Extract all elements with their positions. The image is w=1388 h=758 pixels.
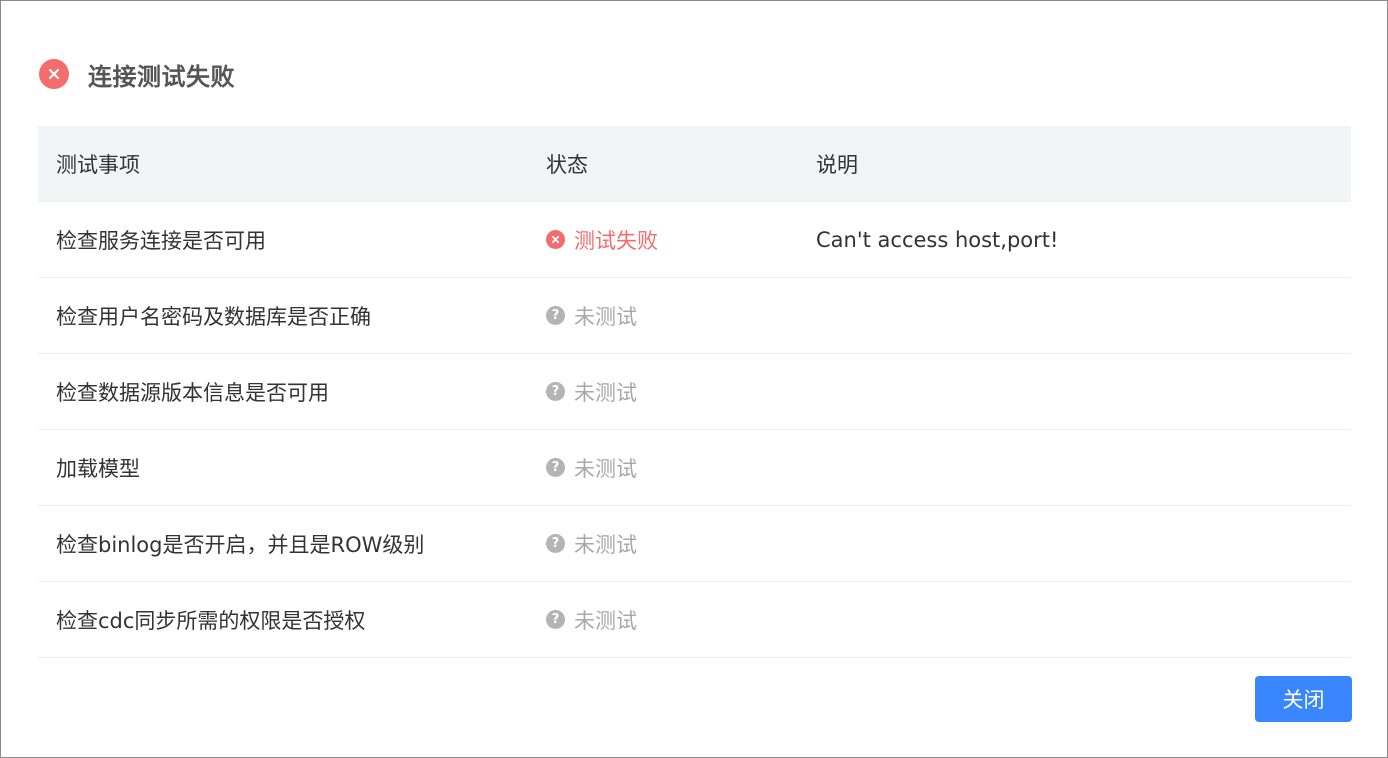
- column-header-description: 说明: [816, 152, 858, 177]
- test-description: Can't access host,port!: [816, 227, 1059, 252]
- test-item: 检查用户名密码及数据库是否正确: [56, 304, 371, 329]
- question-circle-icon: ?: [546, 458, 565, 477]
- table-row: 检查服务连接是否可用 测试失败 Can't access host,port!: [38, 202, 1351, 278]
- status-label: 未测试: [574, 456, 637, 481]
- close-button[interactable]: 关闭: [1255, 676, 1352, 722]
- question-circle-icon: ?: [546, 610, 565, 629]
- question-circle-icon: ?: [546, 306, 565, 325]
- column-header-item: 测试事项: [56, 152, 140, 177]
- test-item: 检查cdc同步所需的权限是否授权: [56, 608, 366, 633]
- question-circle-icon: ?: [546, 382, 565, 401]
- test-status: ? 未测试: [528, 377, 798, 407]
- test-item: 检查服务连接是否可用: [56, 228, 266, 253]
- test-item: 检查数据源版本信息是否可用: [56, 380, 329, 405]
- test-status: 测试失败: [528, 225, 798, 255]
- error-circle-icon: [546, 230, 565, 249]
- connection-test-dialog: 连接测试失败 测试事项 状态 说明 检查服务连接是否可用 测试失败 Can't …: [0, 0, 1388, 758]
- test-status: ? 未测试: [528, 605, 798, 635]
- status-label: 未测试: [574, 608, 637, 633]
- table-header: 测试事项 状态 说明: [38, 126, 1351, 202]
- table-row: 检查数据源版本信息是否可用 ? 未测试: [38, 354, 1351, 430]
- status-label: 测试失败: [574, 228, 658, 253]
- test-status: ? 未测试: [528, 453, 798, 483]
- table-row: 加载模型 ? 未测试: [38, 430, 1351, 506]
- table-row: 检查cdc同步所需的权限是否授权 ? 未测试: [38, 582, 1351, 658]
- status-label: 未测试: [574, 304, 637, 329]
- dialog-title: 连接测试失败: [88, 62, 235, 91]
- table-row: 检查用户名密码及数据库是否正确 ? 未测试: [38, 278, 1351, 354]
- table-row: 检查binlog是否开启，并且是ROW级别 ? 未测试: [38, 506, 1351, 582]
- column-header-status: 状态: [546, 152, 588, 177]
- error-circle-icon: [39, 59, 69, 89]
- test-status: ? 未测试: [528, 301, 798, 331]
- test-item: 检查binlog是否开启，并且是ROW级别: [56, 532, 425, 557]
- test-status: ? 未测试: [528, 529, 798, 559]
- question-circle-icon: ?: [546, 534, 565, 553]
- test-results-table: 测试事项 状态 说明 检查服务连接是否可用 测试失败 Can't access …: [38, 126, 1351, 658]
- dialog-header: 连接测试失败: [39, 59, 235, 91]
- test-item: 加载模型: [56, 456, 140, 481]
- status-label: 未测试: [574, 532, 637, 557]
- status-label: 未测试: [574, 380, 637, 405]
